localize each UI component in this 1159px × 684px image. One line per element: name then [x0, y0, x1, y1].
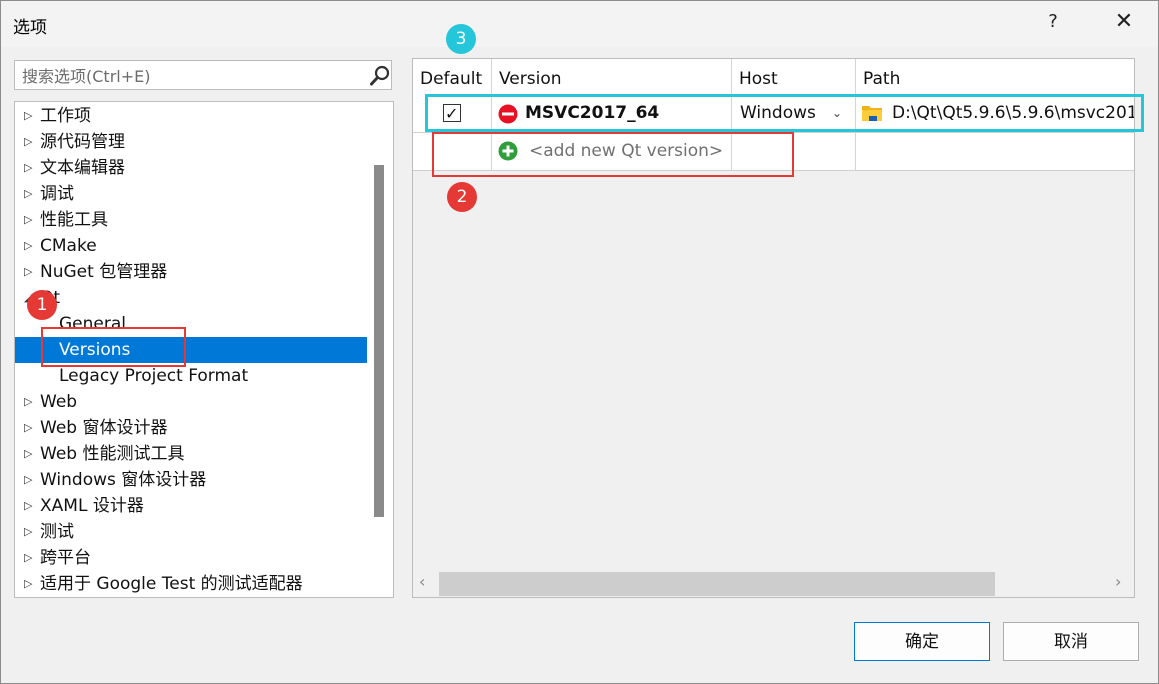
tree-item-label: 源代码管理 [40, 132, 125, 152]
cancel-button[interactable]: 取消 [1003, 622, 1139, 661]
ok-button[interactable]: 确定 [854, 622, 990, 661]
expand-arrow-icon[interactable]: ▷ [24, 545, 36, 571]
tree-item-label: NuGet 包管理器 [40, 262, 168, 282]
tree-item-source-control[interactable]: ▷ 源代码管理 [15, 129, 367, 155]
expand-arrow-icon[interactable]: ▷ [24, 519, 36, 545]
window-title: 选项 [13, 18, 47, 38]
title-bar: 选项 ? ✕ [1, 1, 1158, 47]
tree-item-qt[interactable]: ◢Qt [15, 285, 367, 311]
tree-item-label: 跨平台 [40, 548, 91, 568]
tree-item-label: Web 窗体设计器 [40, 418, 168, 438]
tree-item-performance-tools[interactable]: ▷ 性能工具 [15, 207, 367, 233]
tree-item-test[interactable]: ▷ 测试 [15, 519, 367, 545]
tree-item-label: XAML 设计器 [40, 496, 144, 516]
expand-arrow-icon[interactable]: ▷ [24, 233, 36, 259]
tree-item-label: 适用于 Google Test 的测试适配器 [40, 574, 303, 594]
tree-scrollbar-thumb[interactable] [374, 165, 384, 517]
close-button[interactable]: ✕ [1109, 9, 1139, 37]
tree-item-web-forms-designer[interactable]: ▷ Web 窗体设计器 [15, 415, 367, 441]
tree-item-text-editor[interactable]: ▷ 文本编辑器 [15, 155, 367, 181]
expand-arrow-icon[interactable]: ▷ [24, 259, 36, 285]
tree-item-cmake[interactable]: ▷ CMake [15, 233, 367, 259]
annotation-box-2 [432, 132, 794, 177]
expand-arrow-icon[interactable]: ▷ [24, 467, 36, 493]
tree-item-label: CMake [40, 236, 97, 256]
tree-item-web-performance-test-tools[interactable]: ▷ Web 性能测试工具 [15, 441, 367, 467]
expand-arrow-icon[interactable]: ▷ [24, 493, 36, 519]
grid-horizontal-scrollbar[interactable]: ‹ › [413, 564, 1134, 596]
expand-arrow-icon[interactable]: ▷ [24, 415, 36, 441]
column-header-version[interactable]: Version [492, 59, 732, 95]
column-header-host[interactable]: Host [732, 59, 856, 95]
tree-item-work-items[interactable]: ▷ 工作项 [15, 103, 367, 129]
tree-item-label: 文本编辑器 [40, 158, 125, 178]
expand-arrow-icon[interactable]: ▷ [24, 103, 36, 129]
search-box [14, 60, 392, 91]
tree-item-label: 工作项 [40, 106, 91, 126]
scroll-left-icon[interactable]: ‹ [419, 572, 425, 591]
expand-arrow-icon[interactable]: ▷ [24, 181, 36, 207]
tree-item-windows-forms-designer[interactable]: ▷ Windows 窗体设计器 [15, 467, 367, 493]
expand-arrow-icon[interactable]: ▷ [24, 155, 36, 181]
search-icon[interactable] [369, 65, 391, 87]
tree-item-label: Windows 窗体设计器 [40, 470, 207, 490]
help-button[interactable]: ? [1041, 11, 1065, 35]
annotation-box-3 [425, 94, 1144, 132]
tree-item-label: Web 性能测试工具 [40, 444, 185, 464]
grid-scrollbar-thumb[interactable] [439, 572, 995, 596]
scroll-right-icon[interactable]: › [1115, 572, 1121, 591]
tree-item-nuget[interactable]: ▷ NuGet 包管理器 [15, 259, 367, 285]
expand-arrow-icon[interactable]: ▷ [24, 207, 36, 233]
column-header-default[interactable]: Default [413, 59, 492, 95]
tree-item-web[interactable]: ▷ Web [15, 389, 367, 415]
expand-arrow-icon[interactable]: ▷ [24, 129, 36, 155]
tree-item-debugging[interactable]: ▷ 调试 [15, 181, 367, 207]
annotation-badge-1: 1 [27, 290, 57, 320]
column-header-path[interactable]: Path [856, 59, 1134, 95]
options-dialog: 选项 ? ✕ ▷工作项 ▷源代码管理 ▷文本编辑器 ▷调试 ▷性能工具 ▷CMa… [0, 0, 1159, 684]
tree-item-label: 测试 [40, 522, 74, 542]
search-input[interactable] [15, 61, 364, 91]
expand-arrow-icon[interactable]: ▷ [24, 571, 36, 597]
annotation-badge-3: 3 [446, 24, 476, 54]
tree-item-label: 调试 [40, 184, 74, 204]
annotation-badge-2: 2 [447, 182, 477, 212]
tree-item-label: Web [40, 392, 78, 412]
expand-arrow-icon[interactable]: ▷ [24, 441, 36, 467]
expand-arrow-icon[interactable]: ▷ [24, 389, 36, 415]
tree-item-google-test-adapter[interactable]: ▷ 适用于 Google Test 的测试适配器 [15, 571, 367, 597]
path-cell-empty [856, 133, 1134, 170]
tree-item-xaml-designer[interactable]: ▷ XAML 设计器 [15, 493, 367, 519]
annotation-box-1 [41, 327, 186, 367]
tree-item-cross-platform[interactable]: ▷ 跨平台 [15, 545, 367, 571]
tree-item-label: 性能工具 [40, 210, 108, 230]
